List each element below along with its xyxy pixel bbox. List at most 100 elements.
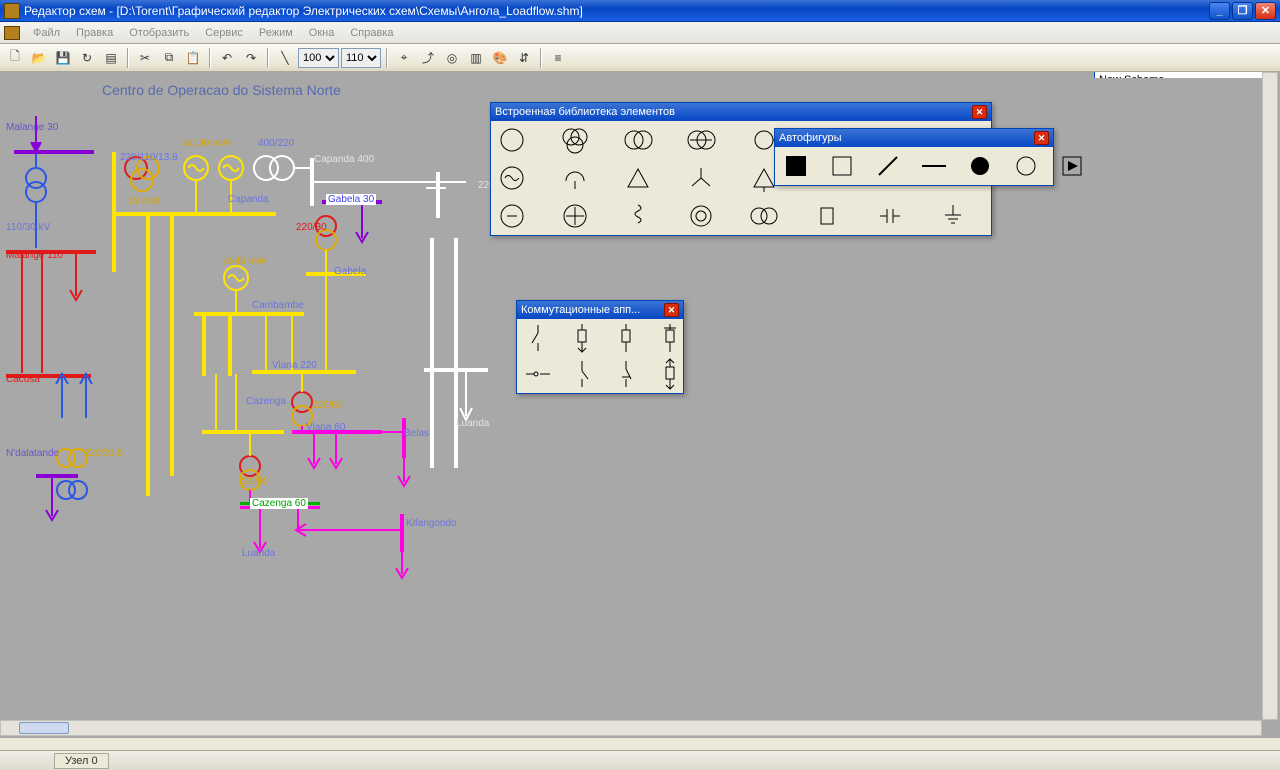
vertical-scrollbar[interactable]	[1262, 72, 1278, 720]
box-icon[interactable]	[810, 201, 844, 231]
switching-close[interactable]: ✕	[664, 303, 679, 317]
label-malange110: Malange 110	[6, 250, 63, 261]
doc-icon	[4, 26, 20, 40]
zoom-2[interactable]: 110	[341, 48, 381, 68]
switching-palette[interactable]: Коммутационные апп... ✕	[516, 300, 684, 394]
label-220-110: 220/110/13.8	[120, 152, 178, 163]
label-luanda2: Luanda	[456, 418, 489, 429]
circle-icon[interactable]	[495, 125, 529, 155]
align-button[interactable]: ⇵	[513, 47, 535, 69]
filled-square-icon[interactable]	[779, 151, 813, 181]
delta-icon[interactable]	[621, 163, 655, 193]
minimize-button[interactable]: _	[1209, 2, 1230, 20]
star-icon[interactable]	[684, 163, 718, 193]
label-gabela30: Gabela 30	[326, 194, 376, 205]
switch1-icon[interactable]	[521, 323, 555, 353]
maximize-button[interactable]: ❐	[1232, 2, 1253, 20]
label-220-60b: 220/60	[238, 476, 269, 487]
menu-service[interactable]: Сервис	[198, 25, 250, 41]
label-400-220: 400/220	[258, 138, 294, 149]
list-button[interactable]: ≡	[547, 47, 569, 69]
label-cacusa: Cacusa	[6, 374, 40, 385]
copy-button[interactable]: ⧉	[158, 47, 180, 69]
motor-icon[interactable]	[495, 201, 529, 231]
label-19mw: 19 mW	[128, 196, 160, 207]
gen-icon[interactable]	[495, 163, 529, 193]
menu-file[interactable]: Файл	[26, 25, 67, 41]
line-tool[interactable]: ╲	[274, 47, 296, 69]
label-4x130: 4x130 mW	[182, 138, 230, 149]
refresh-button[interactable]: ↻	[76, 47, 98, 69]
switch7-icon[interactable]	[609, 359, 643, 389]
label-gabela: Gabela	[334, 266, 366, 277]
window-title: Редактор схем - [D:\Torent\Графический р…	[24, 4, 1209, 18]
ct-icon[interactable]	[684, 201, 718, 231]
square-icon[interactable]	[825, 151, 859, 181]
undo-button[interactable]: ↶	[216, 47, 238, 69]
open-button[interactable]: 📂	[28, 47, 50, 69]
palette-button[interactable]: 🎨	[489, 47, 511, 69]
trafo2-icon[interactable]	[621, 125, 655, 155]
horizontal-scrollbar[interactable]	[0, 720, 1262, 736]
autoshapes-close[interactable]: ✕	[1034, 131, 1049, 145]
menu-windows[interactable]: Окна	[302, 25, 342, 41]
titlebar: Редактор схем - [D:\Torent\Графический р…	[0, 0, 1280, 22]
circle-outline-icon[interactable]	[1009, 151, 1043, 181]
label-220-31: 220/31.5	[84, 448, 123, 459]
redo-button[interactable]: ↷	[240, 47, 262, 69]
library-close[interactable]: ✕	[972, 105, 987, 119]
label-cazenga: Cazenga	[246, 396, 286, 407]
save-button[interactable]: 💾	[52, 47, 74, 69]
statusbar: Узел 0	[0, 750, 1280, 770]
switch-tool[interactable]: ⤴	[417, 47, 439, 69]
switch3-icon[interactable]	[609, 323, 643, 353]
snap-button[interactable]: ⌖	[393, 47, 415, 69]
label-220-30: 220/30	[296, 222, 327, 233]
switching-title: Коммутационные апп...	[521, 304, 640, 316]
menu-mode[interactable]: Режим	[252, 25, 300, 41]
reactor-icon[interactable]	[621, 201, 655, 231]
autoshapes-title: Автофигуры	[779, 132, 842, 144]
label-viana220: Viana 220	[272, 360, 317, 371]
hline-icon[interactable]	[917, 151, 951, 181]
label-capanda: Capanda	[228, 194, 269, 205]
switch8-icon[interactable]	[653, 359, 687, 389]
workspace: Все схемы ✕ New Scheme New Scheme Capand…	[0, 72, 1280, 738]
filled-circle-icon[interactable]	[963, 151, 997, 181]
switch6-icon[interactable]	[565, 359, 599, 389]
play-icon[interactable]	[1055, 151, 1089, 181]
label-malange30: Malange 30	[6, 122, 58, 133]
toolbar: 🗋 📂 💾 ↻ ▤ ✂ ⧉ 📋 ↶ ↷ ╲ 100 110 ⌖ ⤴ ◎ ▥ 🎨 …	[0, 44, 1280, 72]
zoom-1[interactable]: 100	[298, 48, 339, 68]
cut-button[interactable]: ✂	[134, 47, 156, 69]
diag-line-icon[interactable]	[871, 151, 905, 181]
new-button[interactable]: 🗋	[4, 47, 26, 69]
label-luanda1: Luanda	[242, 548, 275, 559]
ground-icon[interactable]	[936, 201, 970, 231]
properties-button[interactable]: ▤	[100, 47, 122, 69]
label-cambambe: Cambambe	[252, 300, 304, 311]
menu-view[interactable]: Отобразить	[122, 25, 196, 41]
menu-help[interactable]: Справка	[343, 25, 400, 41]
doublecircle-icon[interactable]	[747, 201, 781, 231]
close-button[interactable]: ✕	[1255, 2, 1276, 20]
trafo2b-icon[interactable]	[684, 125, 718, 155]
label-cazenga60: Cazenga 60	[250, 498, 308, 509]
switch4-icon[interactable]	[653, 323, 687, 353]
label-belas: Belas	[404, 428, 429, 439]
autoshapes-palette[interactable]: Автофигуры ✕	[774, 128, 1054, 186]
switch5-icon[interactable]	[521, 359, 555, 389]
capacitor-icon[interactable]	[873, 201, 907, 231]
sc-icon[interactable]	[558, 163, 592, 193]
paste-button[interactable]: 📋	[182, 47, 204, 69]
menu-edit[interactable]: Правка	[69, 25, 120, 41]
layer-button[interactable]: ▥	[465, 47, 487, 69]
label-110-30: 110/30 kV	[6, 222, 50, 233]
label-ndalatande: N'dalatande	[6, 448, 59, 459]
transformer-tool[interactable]: ◎	[441, 47, 463, 69]
trafo3-icon[interactable]	[558, 125, 592, 155]
cross-circle-icon[interactable]	[558, 201, 592, 231]
label-4x45: 4x45 mW	[224, 256, 266, 267]
switch2-icon[interactable]	[565, 323, 599, 353]
label-capanda400: Capanda 400	[314, 154, 374, 165]
